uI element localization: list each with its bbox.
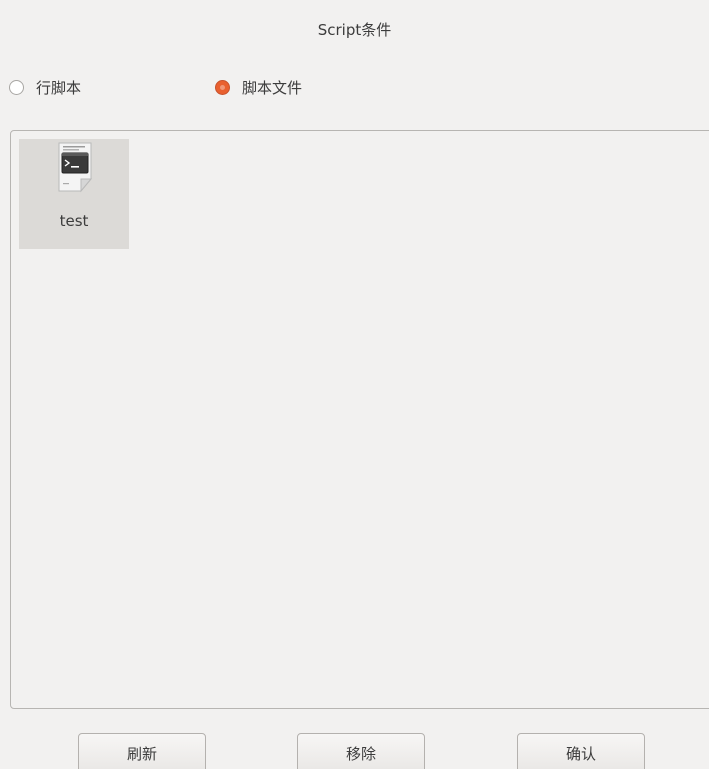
radio-script-file[interactable]: 脚本文件 (215, 77, 302, 98)
terminal-script-file-icon (58, 142, 93, 193)
dialog-title: Script条件 (317, 21, 392, 39)
remove-button[interactable]: 移除 (297, 733, 425, 769)
radio-line-script[interactable]: 行脚本 (9, 77, 81, 98)
radio-script-file-label: 脚本文件 (242, 79, 303, 97)
file-item[interactable]: test (19, 139, 129, 249)
script-condition-dialog: Script条件 行脚本 脚本文件 test 刷新 移除 确认 (0, 0, 709, 769)
confirm-button[interactable]: 确认 (517, 733, 645, 769)
radio-checked-icon[interactable] (215, 80, 230, 95)
script-file-view[interactable]: test (10, 130, 709, 709)
radio-line-script-label: 行脚本 (36, 79, 82, 97)
script-type-radio-group: 行脚本 脚本文件 (0, 77, 709, 99)
refresh-button[interactable]: 刷新 (78, 733, 206, 769)
file-item-name: test (59, 212, 89, 230)
radio-unchecked-icon[interactable] (9, 80, 24, 95)
